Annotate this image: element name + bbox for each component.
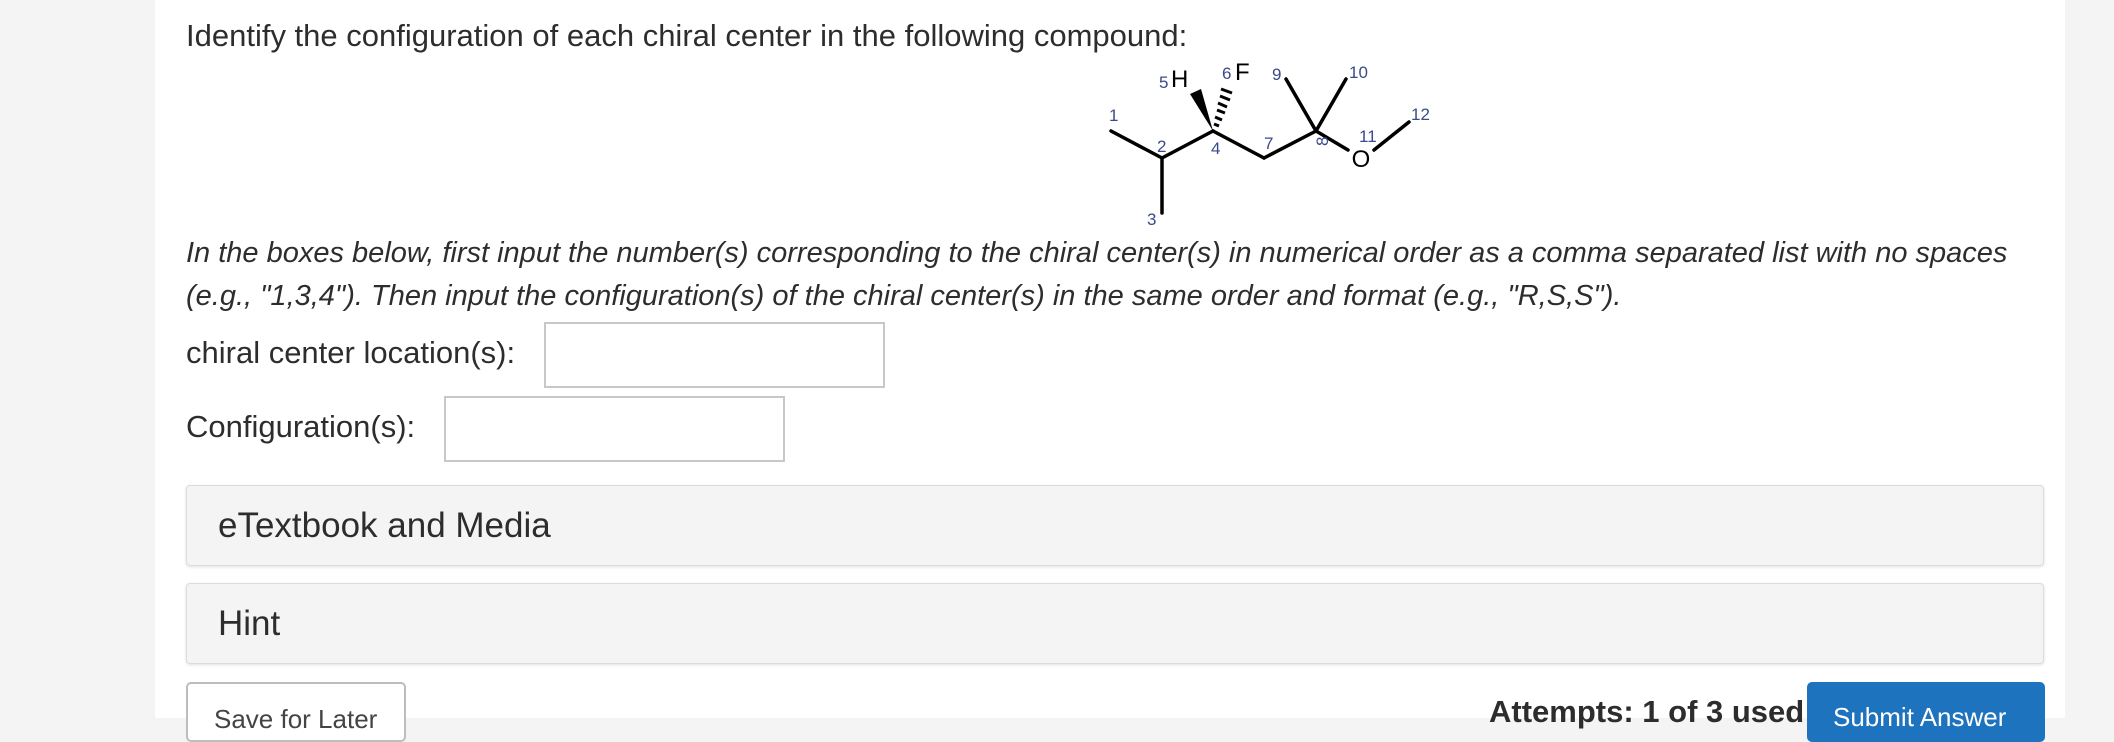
chiral-center-location-input[interactable] bbox=[544, 322, 885, 388]
fluorine-atom: F bbox=[1235, 59, 1250, 86]
position-number: 10 bbox=[1349, 63, 1368, 82]
submit-answer-button[interactable]: Submit Answer bbox=[1807, 682, 2045, 742]
save-for-later-button[interactable]: Save for Later bbox=[186, 682, 406, 742]
position-number: 4 bbox=[1211, 139, 1220, 158]
instructions-text: In the boxes below, first input the numb… bbox=[186, 237, 2008, 312]
etextbook-media-panel[interactable]: eTextbook and Media bbox=[186, 485, 2044, 566]
hint-panel[interactable]: Hint bbox=[186, 583, 2044, 664]
bond-o-12 bbox=[1372, 120, 1411, 152]
bond-4-7 bbox=[1211, 129, 1266, 160]
position-number: 6 bbox=[1222, 64, 1231, 83]
bond-2-4 bbox=[1160, 129, 1215, 160]
position-number: 2 bbox=[1157, 137, 1166, 156]
molecule-structure: 1 2 3 4 5 6 7 8 9 10 11 12 H F O bbox=[1109, 59, 1430, 229]
position-number: 12 bbox=[1411, 105, 1430, 124]
position-number: 5 bbox=[1159, 73, 1168, 92]
oxygen-atom: O bbox=[1352, 146, 1371, 173]
configuration-label: Configuration(s): bbox=[186, 409, 416, 444]
hydrogen-atom: H bbox=[1171, 66, 1188, 93]
position-number: 8 bbox=[1313, 137, 1332, 146]
configuration-input[interactable] bbox=[444, 396, 785, 462]
etextbook-media-label: eTextbook and Media bbox=[218, 506, 551, 545]
position-number: 11 bbox=[1359, 127, 1377, 146]
position-number: 7 bbox=[1264, 134, 1273, 153]
bond-8-9 bbox=[1284, 77, 1318, 133]
question-page: Identify the configuration of each chira… bbox=[155, 0, 2065, 742]
position-number: 9 bbox=[1272, 65, 1281, 84]
attempts-counter: Attempts: 1 of 3 used bbox=[1489, 694, 1805, 729]
wedge-bond-h bbox=[1190, 89, 1213, 131]
hash-bond-f bbox=[1213, 87, 1233, 128]
hint-label: Hint bbox=[218, 604, 281, 643]
bond-8-10 bbox=[1314, 77, 1348, 133]
position-number: 3 bbox=[1147, 210, 1156, 229]
position-number: 1 bbox=[1109, 106, 1118, 125]
bond-1-2 bbox=[1109, 129, 1164, 160]
chiral-center-location-label: chiral center location(s): bbox=[186, 335, 516, 370]
question-prompt: Identify the configuration of each chira… bbox=[186, 18, 1188, 53]
